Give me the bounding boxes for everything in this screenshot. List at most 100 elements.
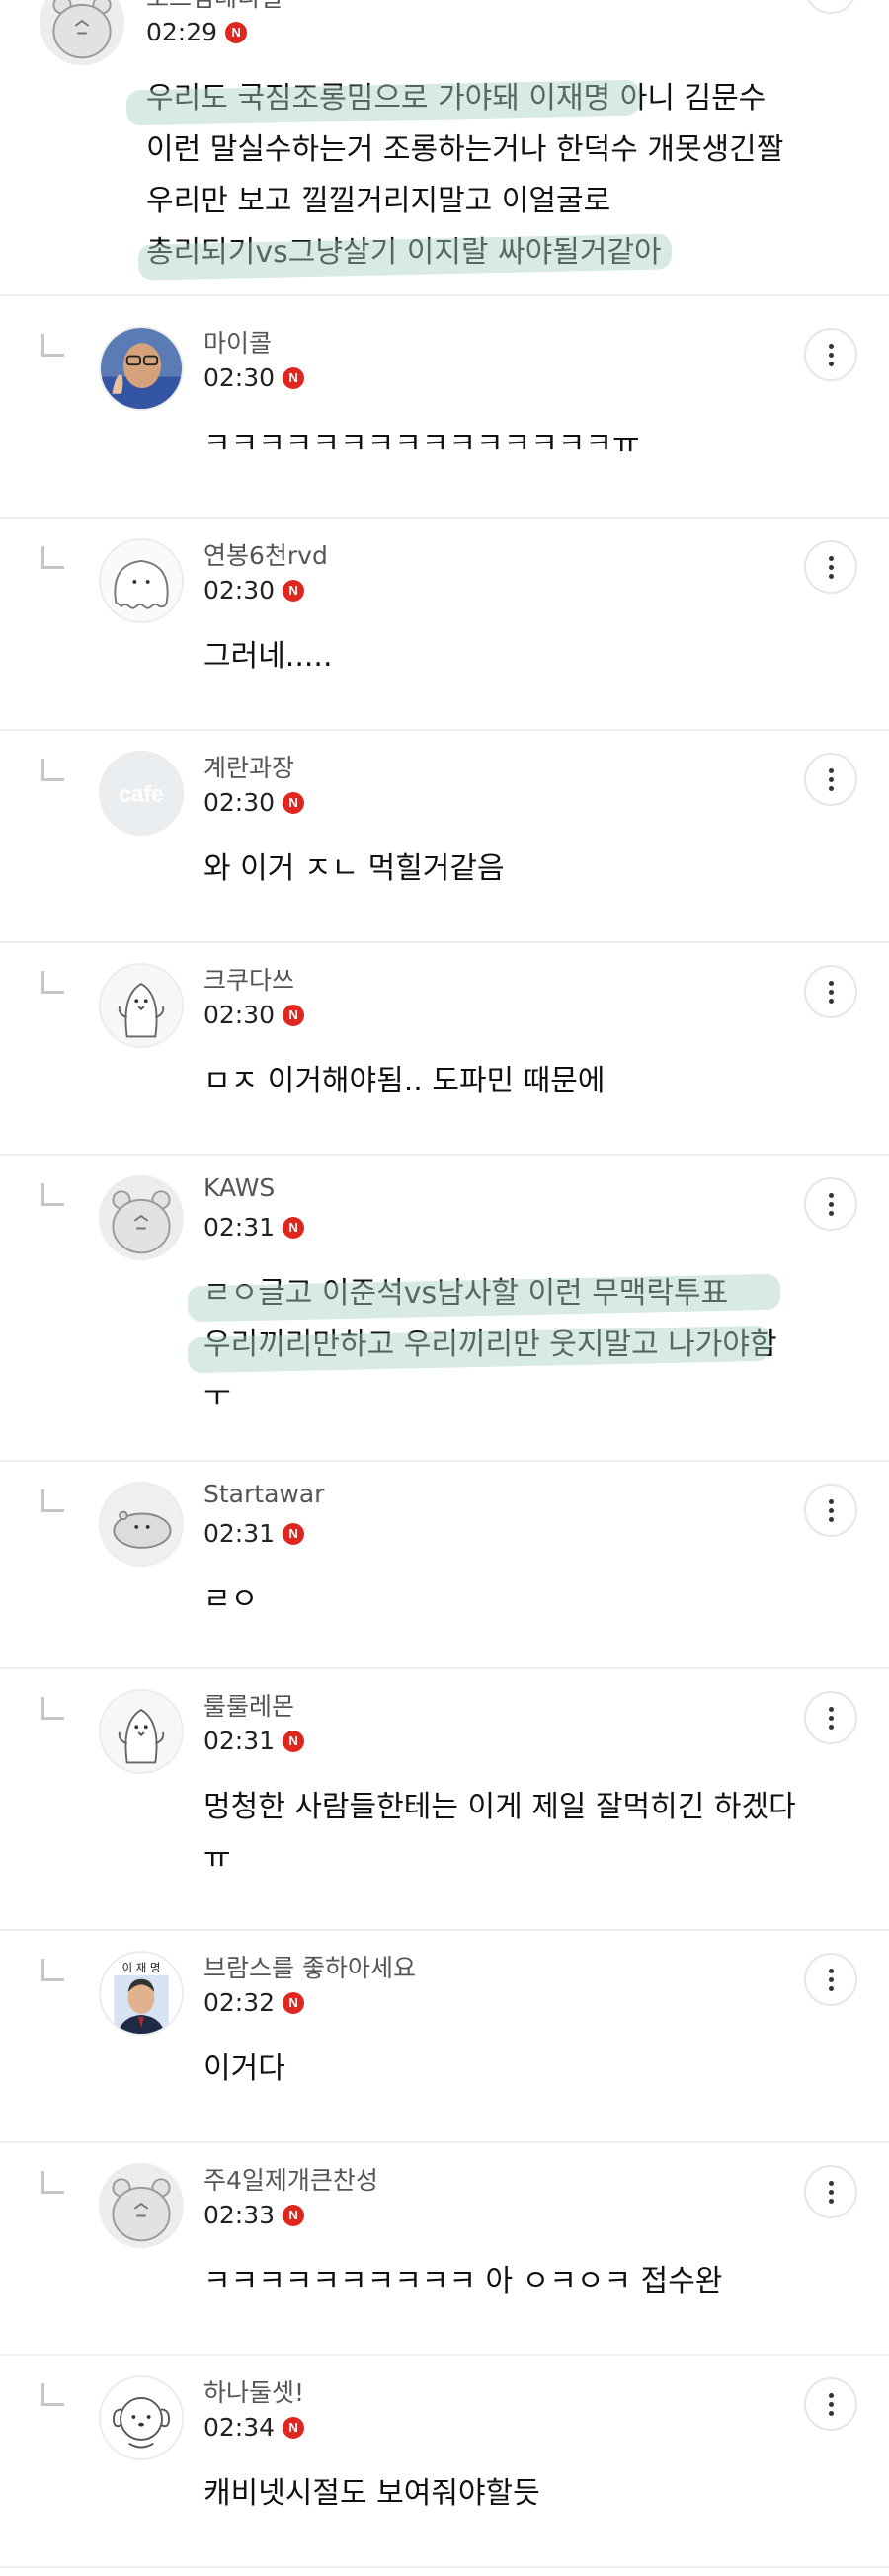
new-badge-icon: N (283, 1522, 305, 1545)
reply-indicator-icon (41, 1183, 64, 1206)
comment-time: 02:31 (203, 1213, 276, 1242)
comment-line: ㅋㅋㅋㅋㅋㅋㅋㅋㅋㅋㅋㅋㅋㅋㅋㅠ (203, 427, 640, 461)
comment-line: ㄹㅇ (203, 1582, 259, 1617)
comment-time: 02:30 (203, 788, 276, 817)
more-options-button[interactable] (804, 1953, 857, 2006)
new-badge-icon: N (283, 791, 305, 814)
dog-avatar[interactable] (99, 2375, 184, 2460)
comment-nickname[interactable]: 오드림테디얼 (146, 0, 283, 14)
more-options-button[interactable] (804, 2165, 857, 2218)
comment-nickname[interactable]: 브람스를 좋하아세요 (203, 1949, 416, 1984)
comment-meta: 02:31 N (203, 1519, 305, 1548)
comment-item: 오드림테디얼02:29N우리도 국짐조롱밈으로 가야돼 이재명 아니 김문수이런… (0, 0, 889, 296)
comment-line: 멍청한 사람들한테는 이게 제일 잘먹히긴 하겠다 (203, 1790, 796, 1824)
new-badge-icon: N (283, 1730, 305, 1752)
more-options-button[interactable] (804, 328, 857, 381)
new-badge-icon: N (283, 1216, 305, 1239)
reply-indicator-icon (41, 971, 64, 994)
comment-item: 마이콜 02:30 N ㅋㅋㅋㅋㅋㅋㅋㅋㅋㅋㅋㅋㅋㅋㅋㅠ (0, 306, 889, 519)
comment-nickname[interactable]: 크쿠다쓰 (203, 961, 294, 997)
comment-body: ㅋㅋㅋㅋㅋㅋㅋㅋㅋㅋ 아 ㅇㅋㅇㅋ 접수완 (203, 2256, 722, 2307)
more-options-button[interactable] (804, 0, 857, 14)
new-badge-icon: N (283, 1991, 305, 2014)
comment-time: 02:32 (203, 1988, 276, 2017)
svg-text:이 재 명: 이 재 명 (122, 1961, 161, 1974)
comment-time: 02:34 (203, 2413, 276, 2442)
comment-meta: 02:32 N (203, 1988, 305, 2017)
bear-avatar[interactable] (99, 1175, 184, 1260)
comment-meta: 02:30 N (203, 363, 305, 392)
reply-indicator-icon (41, 2383, 64, 2406)
comment-line: 와 이거 ㅈㄴ 먹힐거같음 (203, 851, 505, 886)
comment-item: cafe 계란과장 02:30 N 와 이거 ㅈㄴ 먹힐거같음 (0, 731, 889, 943)
comment-body: ㅋㅋㅋㅋㅋㅋㅋㅋㅋㅋㅋㅋㅋㅋㅋㅠ (203, 419, 640, 470)
comment-time: 02:33 (203, 2201, 276, 2229)
comment-nickname[interactable]: 마이콜 (203, 324, 272, 360)
seal-avatar[interactable] (99, 1482, 184, 1567)
comment-nickname[interactable]: 주4일제개큰찬성 (203, 2161, 378, 2197)
comment-divider (0, 2566, 889, 2568)
reply-indicator-icon (41, 1959, 64, 1981)
comment-body: 이거다 (203, 2044, 285, 2095)
comment-time: 02:31 (203, 1519, 276, 1548)
comment-meta: 02:31 N (203, 1727, 305, 1755)
comment-meta: 02:33 N (203, 2201, 305, 2229)
comment-nickname[interactable]: 룰룰레몬 (203, 1687, 294, 1723)
reply-indicator-icon (41, 1697, 64, 1720)
comment-line: ㅜ (203, 1379, 231, 1413)
comment-body: ㅁㅈ 이거해야됨.. 도파민 때문에 (203, 1056, 605, 1107)
comment-time: 02:31 (203, 1727, 276, 1755)
comment-nickname[interactable]: 연봉6천rvd (203, 536, 328, 572)
comment-time: 02:29 (146, 18, 218, 46)
more-options-button[interactable] (804, 753, 857, 806)
comment-time: 02:30 (203, 1001, 276, 1029)
comment-meta: 02:30 N (203, 788, 305, 817)
bear-avatar[interactable] (99, 2163, 184, 2248)
cafe-avatar[interactable]: cafe (99, 751, 184, 836)
comment-body: 멍청한 사람들한테는 이게 제일 잘먹히긴 하겠다 ㅠ (203, 1782, 796, 1885)
comment-item: 룰룰레몬 02:31 N 멍청한 사람들한테는 이게 제일 잘먹히긴 하겠다 ㅠ (0, 1669, 889, 1931)
more-options-button[interactable] (804, 540, 857, 594)
new-badge-icon: N (283, 579, 305, 602)
comment-time: 02:30 (203, 363, 276, 392)
comment-item: 하나둘셋! 02:34 N 캐비넷시절도 보여줘야할듯 (0, 2356, 889, 2568)
more-options-button[interactable] (804, 1484, 857, 1537)
svg-text:cafe: cafe (119, 781, 164, 807)
reply-indicator-icon (41, 759, 64, 781)
blob-avatar[interactable] (99, 538, 184, 623)
comment-meta: 02:30 N (203, 1001, 305, 1029)
comment-item: 연봉6천rvd 02:30 N 그러네..... (0, 519, 889, 731)
comment-nickname[interactable]: Startawar (203, 1480, 324, 1508)
penguin-avatar[interactable] (99, 963, 184, 1048)
more-options-button[interactable] (804, 1691, 857, 1744)
comment-line: 그러네..... (203, 639, 333, 674)
comment-meta: 02:34 N (203, 2413, 305, 2442)
comment-line: 이런 말실수하는거 조롱하는거나 한덕수 개못생긴짤 (146, 132, 784, 167)
comment-line: 우리만 보고 낄낄거리지말고 이얼굴로 (146, 184, 611, 218)
photo-avatar[interactable] (99, 326, 184, 411)
more-options-button[interactable] (804, 965, 857, 1018)
comment-time: 02:30 (203, 576, 276, 604)
more-options-button[interactable] (804, 1177, 857, 1231)
comment-meta: 02:29 N (146, 18, 248, 46)
comment-meta: 02:31 N (203, 1213, 305, 1242)
comment-body: 와 이거 ㅈㄴ 먹힐거같음 (203, 844, 505, 895)
bear-avatar[interactable] (40, 0, 124, 65)
portrait-avatar[interactable]: 이 재 명 (99, 1951, 184, 2036)
penguin-avatar[interactable] (99, 1689, 184, 1774)
reply-indicator-icon (41, 334, 64, 357)
comment-item: 크쿠다쓰 02:30 N ㅁㅈ 이거해야됨.. 도파민 때문에 (0, 943, 889, 1156)
comment-divider (0, 294, 889, 296)
comment-nickname[interactable]: KAWS (203, 1173, 275, 1202)
reply-indicator-icon (41, 1489, 64, 1512)
comment-item: 이 재 명 브람스를 좋하아세요 02:32 N 이거다 (0, 1931, 889, 2143)
new-badge-icon: N (283, 2416, 305, 2439)
comment-item: Startawar 02:31 N ㄹㅇ (0, 1462, 889, 1669)
reply-indicator-icon (41, 2171, 64, 2194)
more-options-button[interactable] (804, 2377, 857, 2431)
comment-line: ㅋㅋㅋㅋㅋㅋㅋㅋㅋㅋ 아 ㅇㅋㅇㅋ 접수완 (203, 2264, 723, 2298)
comment-nickname[interactable]: 계란과장 (203, 749, 294, 784)
new-badge-icon: N (225, 21, 248, 43)
reply-indicator-icon (41, 546, 64, 569)
comment-nickname[interactable]: 하나둘셋! (203, 2374, 304, 2409)
